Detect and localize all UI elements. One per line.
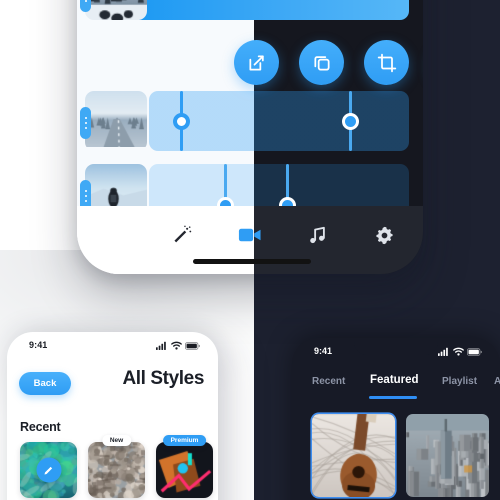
style-thumbnail[interactable] <box>156 442 213 498</box>
status-icons <box>438 347 482 356</box>
duplicate-button[interactable] <box>299 40 344 85</box>
back-button[interactable]: Back <box>19 372 71 395</box>
tab-audio[interactable] <box>294 220 340 250</box>
editor-bottom-nav <box>77 206 423 274</box>
status-time: 9:41 <box>29 340 48 350</box>
clip-thumbnail-1[interactable] <box>85 0 147 20</box>
gear-icon <box>375 226 393 244</box>
list-item[interactable]: Corporate <box>406 414 489 500</box>
all-styles-phone: 9:41 Back All Styles Recent New Premium <box>7 332 218 500</box>
status-bar: 9:41 <box>7 340 218 356</box>
tab-effects[interactable] <box>159 220 205 250</box>
clip-drag-handle-1[interactable] <box>80 0 91 12</box>
crop-icon <box>377 53 396 72</box>
status-badge: Premium <box>162 435 207 446</box>
home-indicator <box>193 259 311 264</box>
tab-video[interactable] <box>227 220 273 250</box>
list-item[interactable]: New Rutt-Etra <box>88 435 145 500</box>
keyframe-handle-2b[interactable] <box>342 113 359 130</box>
wifi-icon <box>171 341 182 350</box>
tab-bar: Recent Featured Playlist Ar <box>292 374 500 399</box>
tab-settings[interactable] <box>361 220 407 250</box>
play-button[interactable] <box>36 457 61 483</box>
tab-artist[interactable]: Ar <box>494 376 500 387</box>
style-thumbnail[interactable] <box>20 442 77 498</box>
table-row[interactable] <box>77 91 423 159</box>
clip-drag-handle-2[interactable] <box>80 107 91 139</box>
tab-playlist[interactable]: Playlist <box>442 376 477 387</box>
style-thumbnail[interactable] <box>88 442 145 498</box>
tab-recent[interactable]: Recent <box>312 376 345 387</box>
music-thumbnail[interactable] <box>406 414 489 497</box>
section-heading-recent: Recent <box>20 420 61 434</box>
list-item[interactable]: Premium Matrix Rain <box>156 435 213 500</box>
notch <box>354 338 438 355</box>
battery-icon <box>185 342 200 350</box>
magic-wand-icon <box>174 225 192 243</box>
music-note-icon <box>309 226 325 243</box>
export-button[interactable] <box>234 40 279 85</box>
table-row[interactable] <box>77 0 423 32</box>
list-item[interactable]: Acoustic <box>312 414 395 500</box>
duplicate-icon <box>313 55 330 71</box>
clip-thumbnail-2[interactable] <box>85 91 147 151</box>
showcase-canvas: 9:41 Back All Styles Recent New Premium … <box>0 0 500 500</box>
music-thumbnail[interactable] <box>312 414 395 497</box>
crop-button[interactable] <box>364 40 409 85</box>
export-plus-icon <box>248 54 264 71</box>
signal-icon <box>156 341 166 350</box>
page-title: All Styles <box>122 368 204 389</box>
keyframe-handle-2a[interactable] <box>173 113 190 130</box>
wifi-icon <box>453 347 464 356</box>
pencil-icon <box>44 466 53 474</box>
video-camera-icon <box>238 228 261 242</box>
tab-featured[interactable]: Featured <box>370 374 419 386</box>
featured-music-phone: 9:41 Recent Featured Playlist A <box>292 338 500 500</box>
clip-bar-1[interactable] <box>139 0 409 20</box>
signal-icon <box>438 347 448 356</box>
list-item[interactable]: Cloud Nine <box>20 442 77 500</box>
status-time: 9:41 <box>314 346 333 356</box>
timeline-editor-phone <box>77 0 423 274</box>
status-badge: New <box>101 435 132 446</box>
back-button-label: Back <box>33 378 57 389</box>
battery-icon <box>467 348 482 356</box>
tab-active-indicator <box>369 396 417 399</box>
status-icons <box>156 341 200 350</box>
